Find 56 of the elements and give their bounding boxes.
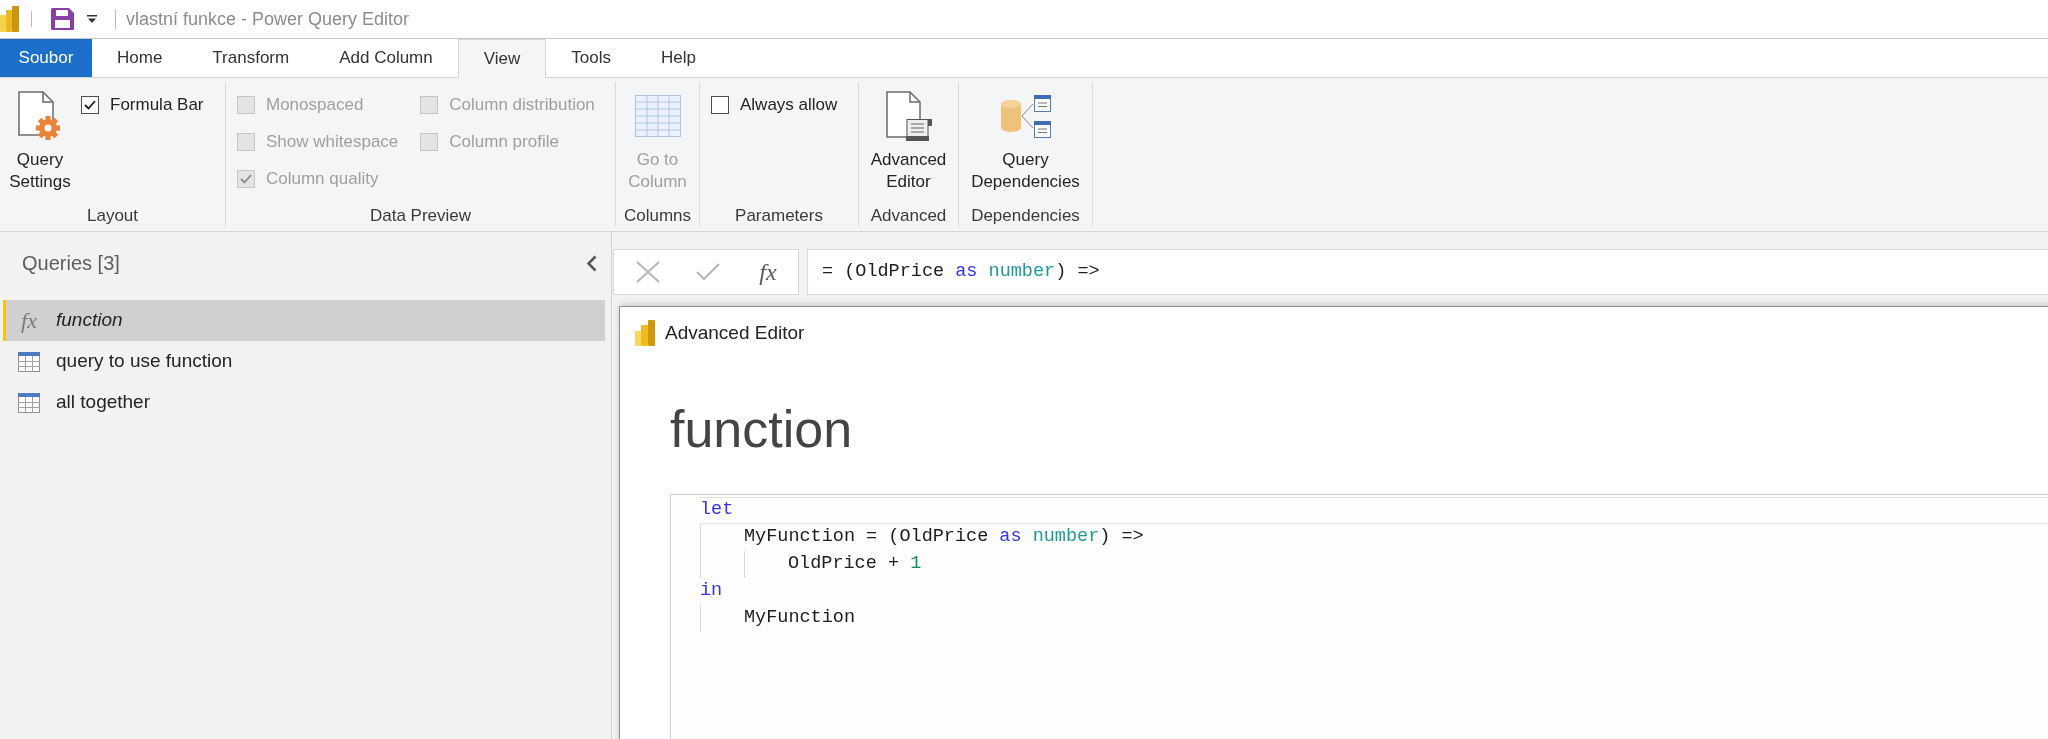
ribbon-tab[interactable]: Home [92, 39, 188, 77]
function-symbol: fx [21, 309, 37, 332]
code-line: MyFunction [744, 606, 856, 630]
code-line: let [700, 498, 734, 522]
checkbox-label: Monospaced [266, 93, 364, 116]
document-page-icon [885, 91, 932, 141]
group-label: Columns [623, 206, 692, 226]
ribbon-tab[interactable]: Add Column [314, 39, 458, 77]
document-gear-icon [18, 91, 62, 141]
group-label: Data Preview [369, 206, 472, 226]
query-settings-button[interactable]: Query Settings [5, 86, 75, 195]
checkbox-label: Column quality [266, 167, 379, 190]
code-editor[interactable]: let MyFunction = (OldPrice as number) => OldPrice + 1 in MyFunction [670, 493, 2048, 739]
code-line: in [700, 579, 723, 603]
formula-field[interactable]: = (OldPrice as number) => [807, 249, 2048, 295]
checkbox-label: Always allow [740, 93, 838, 116]
query-dependencies-button[interactable]: Query Dependencies [961, 86, 1090, 195]
chevron-left-icon[interactable] [586, 254, 597, 272]
window-title: vlastní funkce - Power Query Editor [126, 7, 410, 31]
query-item[interactable]: fx function [3, 300, 605, 341]
panel-title: Queries [3] [22, 251, 120, 276]
close-icon [636, 261, 660, 283]
insert-function-button[interactable]: fx [738, 250, 798, 294]
table-icon [18, 392, 40, 413]
checkbox-label: Formula Bar [110, 93, 204, 116]
table-grid-icon [634, 95, 681, 137]
advanced-editor-button[interactable]: Advanced Editor [861, 86, 956, 195]
table-icon [18, 351, 40, 372]
ribbon-tab[interactable]: Transform [187, 39, 315, 77]
checkmark-icon [240, 173, 252, 184]
checkbox[interactable] [711, 95, 729, 114]
ribbon-tab[interactable]: View [457, 39, 547, 78]
checkbox-label: Column profile [449, 130, 559, 153]
ribbon-tab[interactable]: Tools [546, 39, 636, 77]
query-item[interactable]: query to use function [3, 341, 605, 382]
dropdown-caret-icon[interactable] [87, 15, 97, 23]
file-tab[interactable]: Soubor [0, 39, 92, 77]
bars-logo-icon [0, 6, 19, 32]
code-line: OldPrice + 1 [788, 552, 922, 576]
checkbox-label: Show whitespace [266, 130, 399, 153]
ribbon-tab[interactable]: Help [636, 39, 721, 77]
save-icon[interactable] [51, 8, 74, 30]
check-icon [696, 263, 720, 281]
code-line: MyFunction = (OldPrice as number) => [744, 525, 1144, 549]
cylinder-tables-icon [1000, 94, 1051, 138]
query-name-heading: function [670, 399, 853, 458]
group-label: Dependencies [971, 206, 1080, 226]
checkbox[interactable] [81, 95, 99, 114]
query-item[interactable]: all together [3, 382, 605, 423]
checkbox-label: Column distribution [449, 93, 595, 116]
bars-logo-icon [635, 320, 655, 347]
group-label: Layout [86, 206, 138, 226]
dialog-title: Advanced Editor [665, 321, 805, 345]
checkmark-icon [84, 99, 96, 110]
group-label: Advanced [870, 206, 947, 226]
group-label: Parameters [735, 206, 823, 226]
